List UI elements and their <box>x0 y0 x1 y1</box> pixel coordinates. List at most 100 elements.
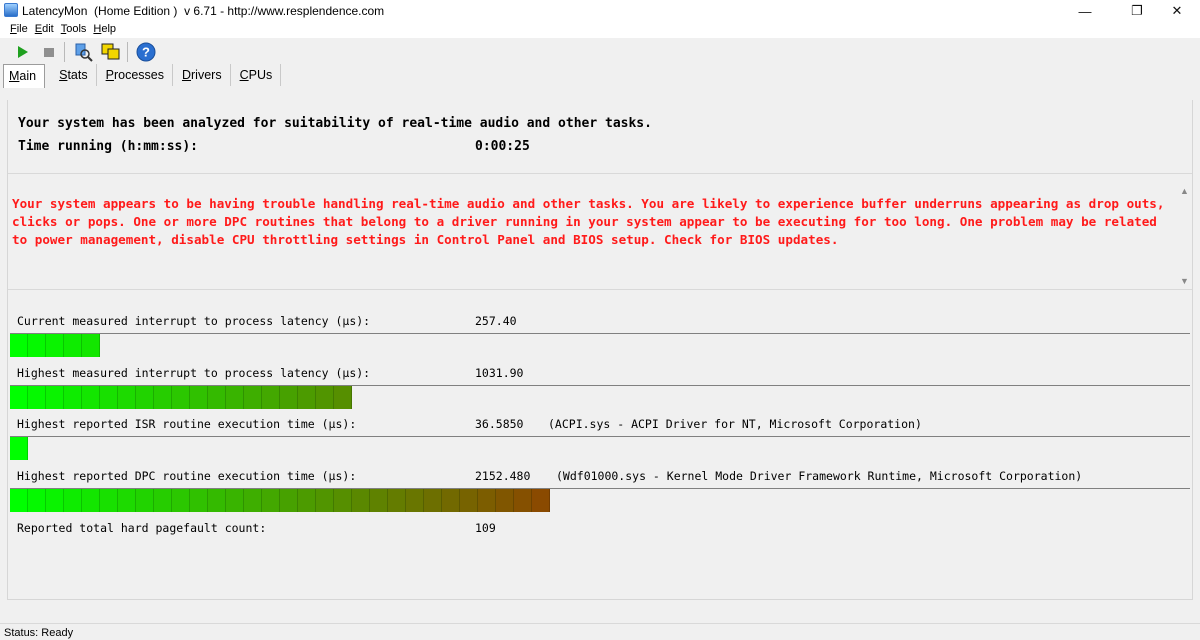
tab-processes-mnemonic: P <box>105 68 114 82</box>
toolbar-separator <box>127 42 128 62</box>
tab-drivers-label: rivers <box>191 68 222 82</box>
app-icon <box>4 3 18 17</box>
gauge-segment <box>28 334 46 357</box>
tab-main-label: ain <box>19 69 37 83</box>
driver-scan-icon <box>75 43 93 62</box>
gauge-fill <box>10 489 550 512</box>
tab-processes[interactable]: Processes <box>97 64 173 86</box>
stop-icon <box>44 48 54 57</box>
tab-main[interactable]: Main <box>3 64 46 88</box>
gauge-segment <box>46 489 64 512</box>
scroll-down-icon[interactable]: ▼ <box>1180 276 1189 286</box>
gauge-fill <box>10 386 352 409</box>
help-button[interactable]: ? <box>135 41 157 63</box>
toolbar: ? <box>0 38 1200 64</box>
gauge-segment <box>46 386 64 409</box>
gauge-segment <box>118 489 136 512</box>
menu-file[interactable]: File <box>10 22 28 38</box>
gauge-segment <box>226 386 244 409</box>
gauge-segment <box>10 489 28 512</box>
gauge-segment <box>82 489 100 512</box>
gauge-segment <box>100 386 118 409</box>
windows-button[interactable] <box>100 41 122 63</box>
menu-file-mnemonic: F <box>10 23 17 35</box>
gauge-segment <box>334 386 352 409</box>
gauge-segment <box>10 386 28 409</box>
gauge-segment <box>10 437 28 460</box>
tab-cpus[interactable]: CPUs <box>231 64 282 86</box>
gauge-segment <box>136 386 154 409</box>
tab-cpus-label: PUs <box>248 68 273 82</box>
gauge-segment <box>46 334 64 357</box>
tab-drivers-mnemonic: D <box>181 68 192 82</box>
gauge-segment <box>208 386 226 409</box>
gauge-segment <box>478 489 496 512</box>
menu-file-label: ile <box>16 23 28 35</box>
gauge-segment <box>262 489 280 512</box>
toolbar-separator <box>64 42 65 62</box>
tab-stats[interactable]: Stats <box>45 64 97 86</box>
scroll-up-icon[interactable]: ▲ <box>1180 186 1189 196</box>
gauge-segment <box>352 489 370 512</box>
menu-help[interactable]: Help <box>93 22 116 38</box>
tab-main-mnemonic: M <box>9 69 20 83</box>
current-latency-gauge <box>10 334 1190 357</box>
gauge-segment <box>370 489 388 512</box>
menu-edit[interactable]: Edit <box>35 22 54 38</box>
gauge-segment <box>82 334 100 357</box>
gauge-segment <box>244 386 262 409</box>
gauge-segment <box>226 489 244 512</box>
pagefault-label: Reported total hard pagefault count: <box>17 521 267 535</box>
gauge-segment <box>154 386 172 409</box>
stop-button[interactable] <box>38 41 60 63</box>
gauge-segment <box>298 489 316 512</box>
gauge-segment <box>514 489 532 512</box>
gauge-segment <box>388 489 406 512</box>
gauge-segment <box>316 489 334 512</box>
menu-help-label: elp <box>101 23 117 35</box>
gauge-segment <box>64 386 82 409</box>
title-bar: LatencyMon (Home Edition ) v 6.71 - http… <box>0 0 1200 22</box>
highest-latency-value: 1031.90 <box>475 366 524 380</box>
warning-scrollbar[interactable]: ▲ ▼ <box>1176 180 1192 290</box>
gauge-segment <box>136 489 154 512</box>
start-button[interactable] <box>11 41 33 63</box>
help-icon: ? <box>136 42 156 62</box>
tab-stats-label: tats <box>67 68 88 82</box>
menu-tools[interactable]: Tools <box>61 22 87 38</box>
pagefault-value: 109 <box>475 521 496 535</box>
gauge-segment <box>172 386 190 409</box>
gauge-segment <box>64 489 82 512</box>
summary-box <box>8 100 1192 174</box>
tab-processes-label: rocesses <box>113 68 164 82</box>
dpc-time-value: 2152.480 <box>475 469 531 483</box>
gauge-segment <box>28 386 46 409</box>
gauge-segment <box>298 386 316 409</box>
gauge-segment <box>334 489 352 512</box>
minimize-button[interactable]: — <box>1062 0 1108 22</box>
driver-scan-button[interactable] <box>72 41 94 63</box>
gauge-segment <box>316 386 334 409</box>
status-text: Status: Ready <box>4 627 74 639</box>
time-running-value: 0:00:25 <box>475 139 530 154</box>
gauge-segment <box>280 386 298 409</box>
gauge-segment <box>208 489 226 512</box>
tab-drivers[interactable]: Drivers <box>173 64 231 86</box>
gauge-segment <box>406 489 424 512</box>
gauge-segment <box>190 489 208 512</box>
isr-time-value: 36.5850 <box>475 417 524 431</box>
gauge-fill <box>10 437 28 460</box>
gauge-segment <box>100 489 118 512</box>
warning-message: Your system appears to be having trouble… <box>12 196 1165 247</box>
isr-time-label: Highest reported ISR routine execution t… <box>17 417 357 431</box>
window-title: LatencyMon (Home Edition ) v 6.71 - http… <box>22 4 385 18</box>
close-button[interactable]: ✕ <box>1154 0 1200 22</box>
gauge-segment <box>64 334 82 357</box>
isr-driver-info: (ACPI.sys - ACPI Driver for NT, Microsof… <box>548 417 922 431</box>
gauge-segment <box>190 386 208 409</box>
gauge-segment <box>244 489 262 512</box>
analysis-summary: Your system has been analyzed for suitab… <box>18 116 652 131</box>
tab-cpus-mnemonic: C <box>239 68 249 82</box>
gauge-segment <box>442 489 460 512</box>
windows-icon <box>101 43 120 60</box>
